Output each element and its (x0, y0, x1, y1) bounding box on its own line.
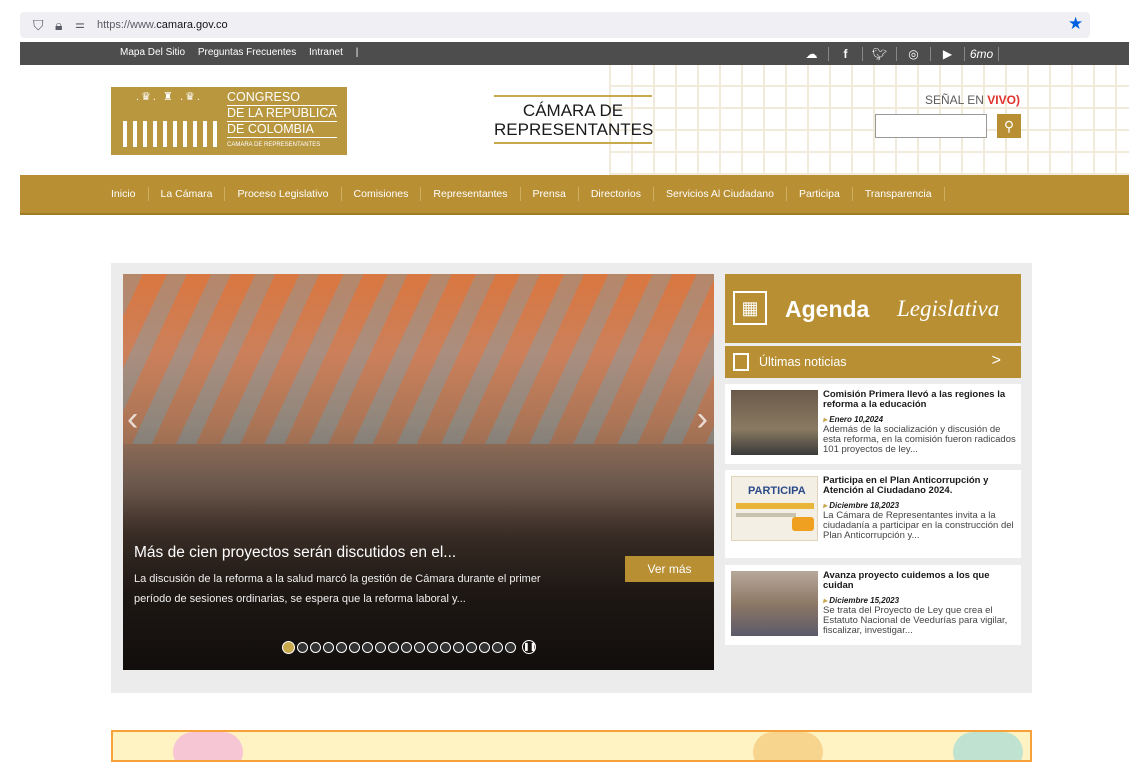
browser-url-bar: ⛉ 🔒︎ ⚌ https://www.camara.gov.co ★ (0, 0, 1129, 42)
logo-line-3: DE COLOMBIA (227, 123, 337, 138)
carousel-dot[interactable] (492, 641, 503, 653)
instagram-icon[interactable]: ◎ (897, 46, 931, 61)
carousel-dot[interactable] (336, 641, 347, 653)
news-body: Además de la socialización y discusión d… (823, 424, 1016, 455)
site-header: .♛. ♜ .♛. CONGRESO DE LA REPUBLICA DE CO… (20, 65, 1129, 175)
carousel-dot[interactable] (323, 641, 334, 653)
agenda-script-text: Legislativa (897, 296, 1000, 321)
carousel-dot[interactable] (466, 641, 477, 653)
carousel-dot[interactable] (310, 641, 321, 653)
nav-item-la-camara[interactable]: La Cámara (149, 187, 226, 201)
ultimas-noticias-header[interactable]: Últimas noticias > (725, 346, 1021, 378)
search-button[interactable]: ⚲ (997, 114, 1021, 138)
thumbnail-text: PARTICIPA (748, 485, 806, 497)
news-title[interactable]: Participa en el Plan Anticorrupción y At… (823, 476, 1018, 496)
facebook-icon[interactable]: f (829, 46, 863, 61)
address-url[interactable]: https://www.camara.gov.co (97, 19, 228, 31)
carousel-dot[interactable] (414, 641, 425, 653)
nav-item-representantes[interactable]: Representantes (421, 187, 521, 201)
congreso-logo[interactable]: .♛. ♜ .♛. CONGRESO DE LA REPUBLICA DE CO… (111, 87, 347, 155)
agenda-bold-text: Agenda (785, 296, 870, 322)
logo-crest-icon: .♛. ♜ .♛. (136, 91, 202, 103)
carousel-dot[interactable] (282, 640, 295, 654)
carousel-prev-icon[interactable]: ‹ (127, 402, 138, 436)
nav-item-directorios[interactable]: Directorios (579, 187, 654, 201)
camara-title[interactable]: CÁMARA DE REPRESENTANTES (494, 95, 653, 144)
separator: | (355, 47, 359, 58)
logo-line-2: DE LA REPUBLICA (227, 106, 337, 122)
capitol-columns-icon (123, 103, 217, 147)
carousel-dot[interactable] (453, 641, 464, 653)
nav-item-prensa[interactable]: Prensa (521, 187, 579, 201)
greek-key-pattern (609, 65, 1129, 175)
chevron-right-icon[interactable]: > (992, 352, 1001, 370)
main-nav: Inicio La Cámara Proceso Legislativo Com… (20, 175, 1129, 215)
permissions-icon[interactable]: ⚌ (75, 17, 85, 33)
faq-link[interactable]: Preguntas Frecuentes (198, 47, 296, 58)
nav-item-servicios[interactable]: Servicios Al Ciudadano (654, 187, 787, 201)
agenda-legislativa-banner[interactable]: ▦ Agenda Legislativa (725, 274, 1021, 343)
search-input[interactable] (875, 114, 987, 138)
carousel-dot[interactable] (362, 641, 373, 653)
news-date: Diciembre 18,2023 (823, 501, 899, 510)
news-thumbnail[interactable] (731, 390, 818, 455)
bookmark-star-icon[interactable]: ★ (1068, 15, 1083, 33)
youtube-icon[interactable]: ▶ (931, 46, 965, 61)
carousel-next-icon[interactable]: › (697, 402, 708, 436)
carousel-dot[interactable] (375, 641, 386, 653)
news-body: La Cámara de Representantes invita a la … (823, 510, 1014, 541)
newspaper-icon (733, 353, 749, 371)
banner-decoration (173, 732, 243, 760)
carousel-dot[interactable] (388, 641, 399, 653)
nav-item-proceso-legislativo[interactable]: Proceso Legislativo (225, 187, 342, 201)
live-signal-link[interactable]: SEÑAL EN VIVO) (925, 93, 1020, 107)
nav-item-participa[interactable]: Participa (787, 187, 853, 201)
soundcloud-icon[interactable]: ☁ (795, 46, 829, 61)
carousel-dot[interactable] (401, 641, 412, 653)
news-thumbnail[interactable]: PARTICIPA (731, 476, 818, 541)
promo-banner[interactable] (111, 730, 1032, 762)
banner-decoration (953, 732, 1023, 760)
news-carousel[interactable]: ‹ › Más de cien proyectos serán discutid… (123, 274, 714, 670)
flickr-icon[interactable]: 6mo (965, 46, 999, 61)
lock-icon[interactable]: 🔒︎ (55, 17, 62, 33)
intranet-link[interactable]: Intranet (309, 47, 343, 58)
news-thumbnail[interactable] (731, 571, 818, 636)
logo-line-1: CONGRESO (227, 91, 337, 106)
carousel-dot[interactable] (349, 641, 360, 653)
ver-mas-button[interactable]: Ver más (625, 556, 714, 582)
news-title[interactable]: Comisión Primera llevó a las regiones la… (823, 390, 1018, 410)
slide-title[interactable]: Más de cien proyectos serán discutidos e… (134, 544, 456, 562)
utility-bar: Mapa Del Sitio Preguntas Frecuentes Intr… (20, 42, 1129, 65)
carousel-dot[interactable] (440, 641, 451, 653)
news-date: Diciembre 15,2023 (823, 596, 899, 605)
shield-icon[interactable]: ⛉ (33, 17, 44, 33)
logo-small-text: CAMARA DE REPRESENTANTES (227, 142, 321, 148)
carousel-dot[interactable] (479, 641, 490, 653)
calendar-icon: ▦ (733, 291, 767, 325)
news-item[interactable]: Comisión Primera llevó a las regiones la… (725, 384, 1021, 464)
carousel-dot[interactable] (427, 641, 438, 653)
carousel-dot[interactable] (297, 641, 308, 653)
search-icon: ⚲ (1003, 118, 1015, 134)
carousel-image (123, 274, 714, 444)
news-item[interactable]: PARTICIPA Participa en el Plan Anticorru… (725, 470, 1021, 558)
ultimas-label: Últimas noticias (759, 355, 847, 369)
nav-item-inicio[interactable]: Inicio (99, 187, 149, 201)
news-body: Se trata del Proyecto de Ley que crea el… (823, 605, 1008, 636)
nav-item-comisiones[interactable]: Comisiones (342, 187, 422, 201)
news-item[interactable]: Avanza proyecto cuidemos a los que cuida… (725, 565, 1021, 645)
news-title[interactable]: Avanza proyecto cuidemos a los que cuida… (823, 571, 1018, 591)
sitemap-link[interactable]: Mapa Del Sitio (120, 47, 185, 58)
news-date: Enero 10,2024 (823, 415, 883, 424)
banner-decoration (753, 732, 823, 760)
twitter-icon[interactable]: 🐦︎ (863, 46, 897, 61)
slide-subtitle: La discusión de la reforma a la salud ma… (134, 573, 541, 605)
nav-item-transparencia[interactable]: Transparencia (853, 187, 945, 201)
pause-icon[interactable]: ❚❚ (522, 640, 536, 654)
carousel-dots: ❚❚ (282, 640, 536, 654)
carousel-dot[interactable] (505, 641, 516, 653)
